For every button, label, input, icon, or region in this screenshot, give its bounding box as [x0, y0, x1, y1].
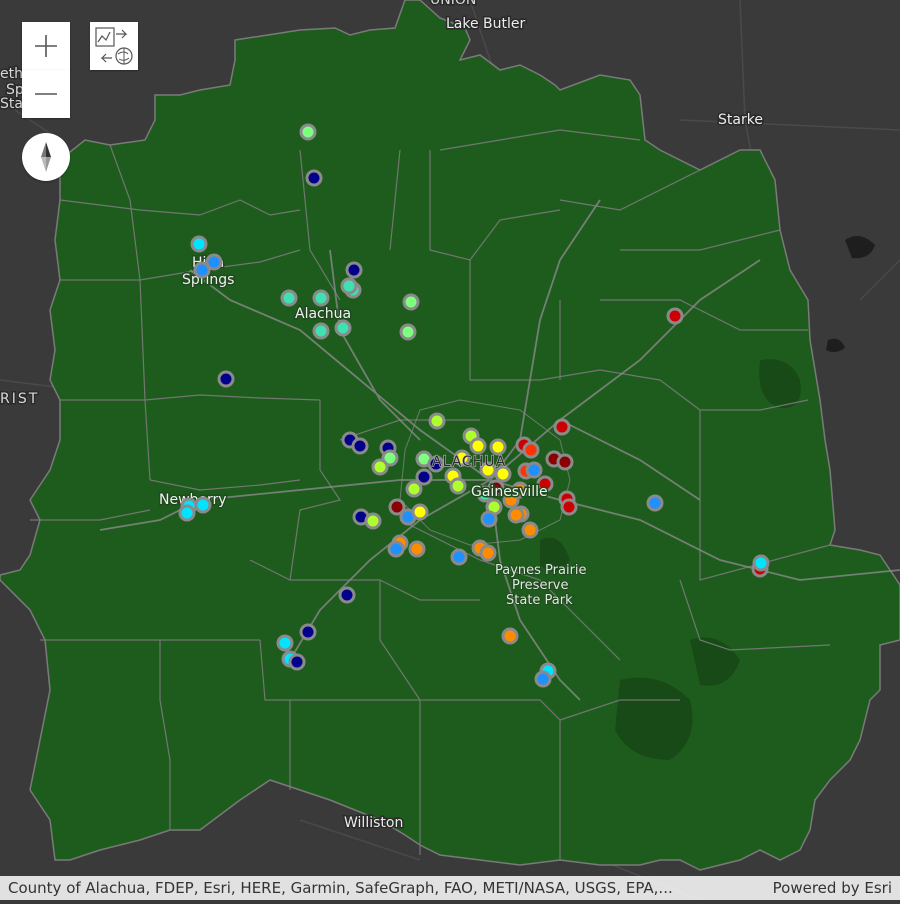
data-point[interactable]	[509, 508, 523, 522]
data-point[interactable]	[301, 625, 315, 639]
data-point[interactable]	[481, 546, 495, 560]
data-point[interactable]	[527, 463, 541, 477]
plus-icon	[33, 33, 59, 59]
label-preserve: Preserve	[512, 578, 568, 593]
data-point[interactable]	[389, 542, 403, 556]
data-point[interactable]	[407, 482, 421, 496]
zoom-in-button[interactable]	[22, 22, 70, 71]
attribution-bar: County of Alachua, FDEP, Esri, HERE, Gar…	[0, 876, 900, 900]
data-point[interactable]	[290, 655, 304, 669]
data-point[interactable]	[524, 443, 538, 457]
data-point[interactable]	[558, 455, 572, 469]
data-point[interactable]	[340, 588, 354, 602]
compass-button[interactable]	[22, 133, 70, 181]
data-point[interactable]	[180, 506, 194, 520]
data-point[interactable]	[366, 514, 380, 528]
data-point[interactable]	[555, 420, 569, 434]
basemap-toggle-icon	[92, 24, 136, 68]
powered-by-esri[interactable]: Powered by Esri	[773, 876, 892, 900]
data-point[interactable]	[301, 125, 315, 139]
data-point[interactable]	[219, 372, 233, 386]
label-starke: Starke	[718, 112, 763, 128]
data-point[interactable]	[536, 672, 550, 686]
zoom-out-button[interactable]	[22, 70, 70, 118]
data-point[interactable]	[342, 279, 356, 293]
label-left-3: Sta	[0, 96, 23, 112]
compass-icon	[34, 140, 58, 174]
label-crist: RIST	[0, 391, 39, 407]
data-point[interactable]	[282, 291, 296, 305]
data-point[interactable]	[648, 496, 662, 510]
label-gainesville: Gainesville	[471, 484, 548, 500]
data-point[interactable]	[196, 498, 210, 512]
data-point[interactable]	[523, 523, 537, 537]
attribution-text[interactable]: County of Alachua, FDEP, Esri, HERE, Gar…	[8, 876, 673, 900]
label-lake-butler: Lake Butler	[446, 16, 526, 32]
data-point[interactable]	[404, 295, 418, 309]
data-point[interactable]	[491, 440, 505, 454]
data-point[interactable]	[401, 325, 415, 339]
map-view[interactable]: UNION Lake Butler Starke High Springs Al…	[0, 0, 900, 900]
label-union: UNION	[430, 0, 476, 8]
data-point[interactable]	[668, 309, 682, 323]
data-point[interactable]	[314, 291, 328, 305]
data-point[interactable]	[413, 505, 427, 519]
data-point[interactable]	[417, 470, 431, 484]
data-point[interactable]	[373, 460, 387, 474]
data-point[interactable]	[195, 263, 209, 277]
label-williston: Williston	[344, 815, 403, 831]
data-point[interactable]	[452, 550, 466, 564]
data-point[interactable]	[482, 512, 496, 526]
data-point[interactable]	[192, 237, 206, 251]
data-point[interactable]	[278, 636, 292, 650]
data-point[interactable]	[353, 439, 367, 453]
label-paynes-prairie: Paynes Prairie	[495, 563, 587, 578]
data-point[interactable]	[562, 500, 576, 514]
label-alachua-county: ALACHUA	[432, 454, 506, 470]
map-canvas: UNION Lake Butler Starke High Springs Al…	[0, 0, 900, 900]
data-point[interactable]	[430, 414, 444, 428]
data-point[interactable]	[410, 542, 424, 556]
data-point[interactable]	[471, 439, 485, 453]
basemap-toggle-button[interactable]	[90, 22, 138, 70]
data-point[interactable]	[451, 479, 465, 493]
data-point[interactable]	[307, 171, 321, 185]
minus-icon	[33, 81, 59, 107]
data-point[interactable]	[503, 629, 517, 643]
data-point[interactable]	[314, 324, 328, 338]
data-point[interactable]	[336, 321, 350, 335]
data-point[interactable]	[347, 263, 361, 277]
label-state-park: State Park	[506, 593, 573, 608]
data-point[interactable]	[754, 556, 768, 570]
